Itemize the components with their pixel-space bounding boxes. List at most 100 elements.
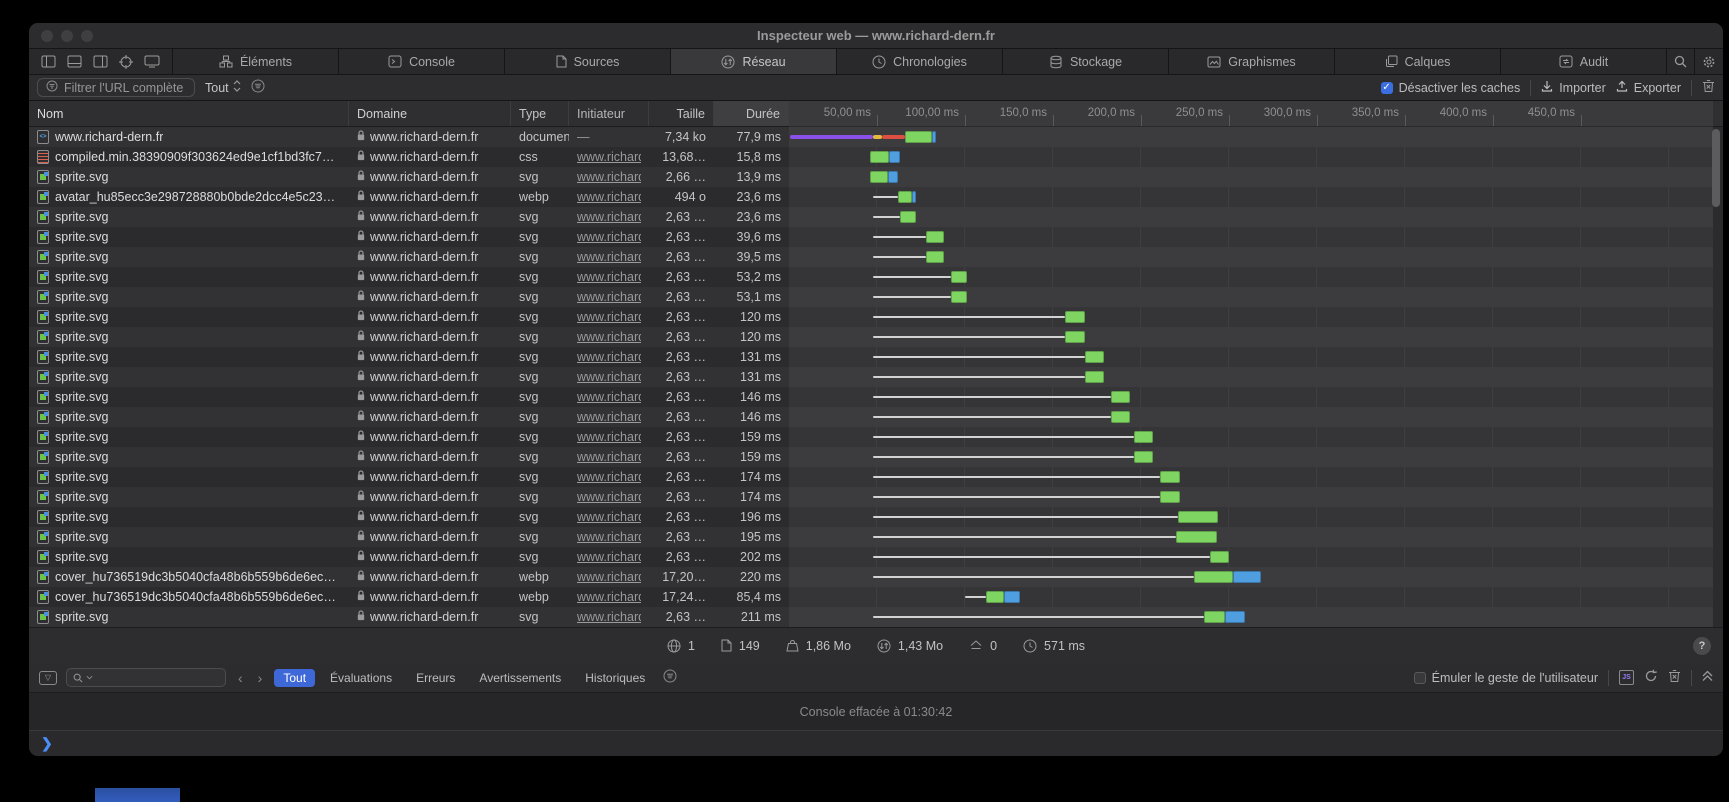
zoom-window-button[interactable]	[81, 30, 93, 42]
tab-stockage[interactable]: Stockage	[1003, 49, 1169, 74]
console-scope-tout[interactable]: Tout	[274, 669, 315, 687]
run-javascript-icon[interactable]: JS	[1619, 670, 1634, 685]
clear-console-icon[interactable]	[1668, 669, 1681, 686]
initiator-link[interactable]: www.richard-d…	[577, 510, 641, 524]
initiator-link[interactable]: www.richard-d…	[577, 430, 641, 444]
initiator-link[interactable]: www.richard-d…	[577, 210, 641, 224]
request-row[interactable]: sprite.svgwww.richard-dern.frsvgwww.rich…	[29, 387, 1723, 407]
previous-result-button[interactable]: ‹	[235, 670, 246, 686]
console-prompt[interactable]: ❯	[29, 731, 1723, 756]
request-row[interactable]: sprite.svgwww.richard-dern.frsvgwww.rich…	[29, 547, 1723, 567]
request-row[interactable]: sprite.svgwww.richard-dern.frsvgwww.rich…	[29, 347, 1723, 367]
collapse-console-icon[interactable]	[1702, 670, 1713, 685]
export-button[interactable]: Exporter	[1616, 80, 1681, 96]
request-row[interactable]: sprite.svgwww.richard-dern.frsvgwww.rich…	[29, 287, 1723, 307]
tab-audit[interactable]: Audit	[1501, 49, 1667, 74]
reload-icon[interactable]	[1644, 669, 1658, 686]
initiator-link[interactable]: www.richard-d…	[577, 270, 641, 284]
column-header-size[interactable]: Taille	[649, 101, 714, 126]
tab-graphismes[interactable]: Graphismes	[1169, 49, 1335, 74]
request-row[interactable]: sprite.svgwww.richard-dern.frsvgwww.rich…	[29, 487, 1723, 507]
column-header-type[interactable]: Type	[511, 101, 569, 126]
initiator-link[interactable]: www.richard-d…	[577, 290, 641, 304]
console-scope-historiques[interactable]: Historiques	[576, 669, 654, 687]
minimize-window-button[interactable]	[61, 30, 73, 42]
initiator-link[interactable]: www.richard-d…	[577, 170, 641, 184]
initiator-link[interactable]: www.richard-d…	[577, 490, 641, 504]
initiator-link[interactable]: www.richard-d…	[577, 330, 641, 344]
initiator-link[interactable]: www.richard-d…	[577, 350, 641, 364]
initiator-link[interactable]: www.richard-d…	[577, 590, 641, 604]
request-row[interactable]: cover_hu736519dc3b5040cfa48b6b559b6de6ec…	[29, 567, 1723, 587]
tab-calques[interactable]: Calques	[1335, 49, 1501, 74]
initiator-link[interactable]: www.richard-d…	[577, 230, 641, 244]
lock-icon	[357, 330, 365, 344]
next-result-button[interactable]: ›	[255, 670, 266, 686]
device-icon[interactable]	[144, 55, 160, 68]
tab-sources[interactable]: Sources	[505, 49, 671, 74]
help-button[interactable]: ?	[1693, 637, 1711, 655]
initiator-link[interactable]: www.richard-d…	[577, 370, 641, 384]
request-row[interactable]: sprite.svgwww.richard-dern.frsvgwww.rich…	[29, 267, 1723, 287]
initiator-link[interactable]: www.richard-d…	[577, 190, 641, 204]
console-scope-evaluations[interactable]: Évaluations	[321, 669, 401, 687]
tab-console[interactable]: Console	[339, 49, 505, 74]
console-search-input[interactable]	[66, 668, 226, 687]
emulate-user-gesture-checkbox[interactable]: Émuler le geste de l'utilisateur	[1414, 671, 1598, 685]
vertical-scrollbar[interactable]	[1712, 129, 1720, 207]
tab-chronologies[interactable]: Chronologies	[837, 49, 1003, 74]
column-header-name[interactable]: Nom	[29, 101, 349, 126]
initiator-link[interactable]: www.richard-d…	[577, 310, 641, 324]
element-picker-icon[interactable]	[119, 55, 133, 69]
dock-bottom-icon[interactable]	[67, 55, 82, 68]
search-button[interactable]	[1667, 49, 1695, 74]
tab-reseau[interactable]: Réseau	[671, 49, 837, 74]
request-row[interactable]: sprite.svgwww.richard-dern.frsvgwww.rich…	[29, 527, 1723, 547]
request-row[interactable]: sprite.svgwww.richard-dern.frsvgwww.rich…	[29, 207, 1723, 227]
initiator-link[interactable]: www.richard-d…	[577, 450, 641, 464]
initiator-link[interactable]: www.richard-d…	[577, 150, 641, 164]
clear-network-items-icon[interactable]	[1702, 79, 1715, 96]
console-filter-icon[interactable]: ▽	[39, 671, 57, 685]
close-window-button[interactable]	[41, 30, 53, 42]
request-row[interactable]: sprite.svgwww.richard-dern.frsvgwww.rich…	[29, 167, 1723, 187]
request-row[interactable]: cover_hu736519dc3b5040cfa48b6b559b6de6ec…	[29, 587, 1723, 607]
filter-options-icon[interactable]	[251, 79, 265, 96]
initiator-link[interactable]: www.richard-d…	[577, 470, 641, 484]
request-row[interactable]: compiled.min.38390909f303624ed9e1cf1bd3f…	[29, 147, 1723, 167]
resource-type-dropdown[interactable]: Tout	[205, 80, 241, 95]
request-row[interactable]: sprite.svgwww.richard-dern.frsvgwww.rich…	[29, 427, 1723, 447]
initiator-link[interactable]: www.richard-d…	[577, 610, 641, 624]
console-filter-options-icon[interactable]	[663, 669, 677, 686]
request-row[interactable]: avatar_hu85ecc3e298728880b0bde2dcc4e5c23…	[29, 187, 1723, 207]
url-filter-input[interactable]: Filtrer l'URL complète	[37, 78, 195, 97]
column-header-domain[interactable]: Domaine	[349, 101, 511, 126]
settings-gear-button[interactable]	[1695, 49, 1723, 74]
disable-caches-checkbox[interactable]: ✓ Désactiver les caches	[1381, 81, 1521, 95]
initiator-link[interactable]: www.richard-d…	[577, 410, 641, 424]
initiator-link[interactable]: www.richard-d…	[577, 250, 641, 264]
column-header-initiator[interactable]: Initiateur	[569, 101, 649, 126]
initiator-link[interactable]: www.richard-d…	[577, 570, 641, 584]
request-row[interactable]: sprite.svgwww.richard-dern.frsvgwww.rich…	[29, 367, 1723, 387]
request-row[interactable]: <>www.richard-dern.frwww.richard-dern.fr…	[29, 127, 1723, 147]
initiator-link[interactable]: www.richard-d…	[577, 390, 641, 404]
request-row[interactable]: sprite.svgwww.richard-dern.frsvgwww.rich…	[29, 307, 1723, 327]
column-header-duration[interactable]: Durée	[714, 101, 789, 126]
initiator-link[interactable]: www.richard-d…	[577, 530, 641, 544]
request-row[interactable]: sprite.svgwww.richard-dern.frsvgwww.rich…	[29, 507, 1723, 527]
console-scope-erreurs[interactable]: Erreurs	[407, 669, 464, 687]
request-row[interactable]: sprite.svgwww.richard-dern.frsvgwww.rich…	[29, 247, 1723, 267]
console-scope-avertissements[interactable]: Avertissements	[470, 669, 570, 687]
tab-elements[interactable]: Éléments	[173, 49, 339, 74]
dock-right-icon[interactable]	[93, 55, 108, 68]
initiator-link[interactable]: www.richard-d…	[577, 550, 641, 564]
dock-left-icon[interactable]	[41, 55, 56, 68]
request-row[interactable]: sprite.svgwww.richard-dern.frsvgwww.rich…	[29, 607, 1723, 627]
request-row[interactable]: sprite.svgwww.richard-dern.frsvgwww.rich…	[29, 327, 1723, 347]
request-row[interactable]: sprite.svgwww.richard-dern.frsvgwww.rich…	[29, 467, 1723, 487]
request-row[interactable]: sprite.svgwww.richard-dern.frsvgwww.rich…	[29, 447, 1723, 467]
request-row[interactable]: sprite.svgwww.richard-dern.frsvgwww.rich…	[29, 407, 1723, 427]
import-button[interactable]: Importer	[1541, 80, 1606, 96]
request-row[interactable]: sprite.svgwww.richard-dern.frsvgwww.rich…	[29, 227, 1723, 247]
